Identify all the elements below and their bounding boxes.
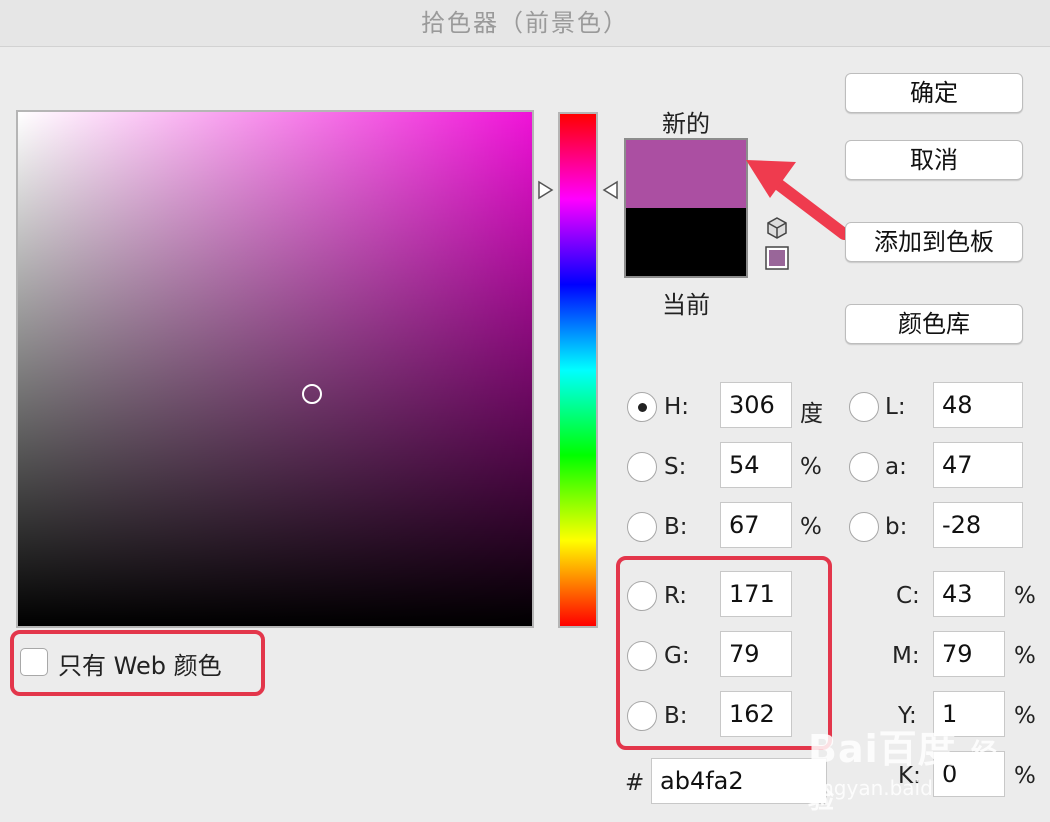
new-color-swatch [626,140,746,208]
current-color-label: 当前 [662,291,710,319]
lab-l-label: L: [885,394,906,420]
hue-slider-right-handle-icon[interactable] [602,180,618,200]
web-only-label: 只有 Web 颜色 [58,652,222,680]
lab-a-input[interactable]: 47 [933,442,1023,488]
magenta-input[interactable]: 79 [933,631,1005,677]
lab-b-label: b: [885,514,908,540]
radio-lab-b[interactable] [849,512,879,542]
lab-b-input[interactable]: -28 [933,502,1023,548]
cancel-button[interactable]: 取消 [845,140,1023,180]
current-color-swatch[interactable] [626,208,746,276]
yellow-unit: % [1014,703,1036,729]
radio-lab-l[interactable] [849,392,879,422]
black-label: K: [898,763,921,789]
magenta-unit: % [1014,643,1036,669]
rgb-highlight-box [616,556,832,750]
color-field-marker[interactable] [302,384,322,404]
lab-l-input[interactable]: 48 [933,382,1023,428]
saturation-input[interactable]: 54 [720,442,792,488]
annotation-arrow-icon [746,160,850,240]
radio-saturation[interactable] [627,452,657,482]
hex-input[interactable]: ab4fa2 [651,758,827,804]
yellow-label: Y: [898,703,917,729]
black-unit: % [1014,763,1036,789]
color-field[interactable] [16,110,534,628]
cyan-input[interactable]: 43 [933,571,1005,617]
web-only-checkbox[interactable] [20,648,48,676]
magenta-label: M: [892,643,920,669]
saturation-label: S: [664,454,687,480]
color-libraries-button[interactable]: 颜色库 [845,304,1023,344]
ok-button[interactable]: 确定 [845,73,1023,113]
yellow-input[interactable]: 1 [933,691,1005,737]
hue-unit: 度 [800,401,823,427]
color-preview [624,138,748,278]
hue-slider[interactable] [558,112,598,628]
radio-hue[interactable] [627,392,657,422]
window-title: 拾色器（前景色） [0,0,1050,47]
black-input[interactable]: 0 [933,751,1005,797]
hue-label: H: [664,394,690,420]
hue-slider-left-handle-icon[interactable] [538,180,554,200]
hue-input[interactable]: 306 [720,382,792,428]
radio-lab-a[interactable] [849,452,879,482]
brightness-input[interactable]: 67 [720,502,792,548]
lab-a-label: a: [885,454,907,480]
hex-label: # [625,770,645,796]
new-color-label: 新的 [662,110,710,138]
cyan-unit: % [1014,583,1036,609]
radio-brightness[interactable] [627,512,657,542]
brightness-label: B: [664,514,688,540]
brightness-unit: % [800,514,822,540]
saturation-unit: % [800,454,822,480]
cyan-label: C: [896,583,920,609]
add-to-swatches-button[interactable]: 添加到色板 [845,222,1023,262]
